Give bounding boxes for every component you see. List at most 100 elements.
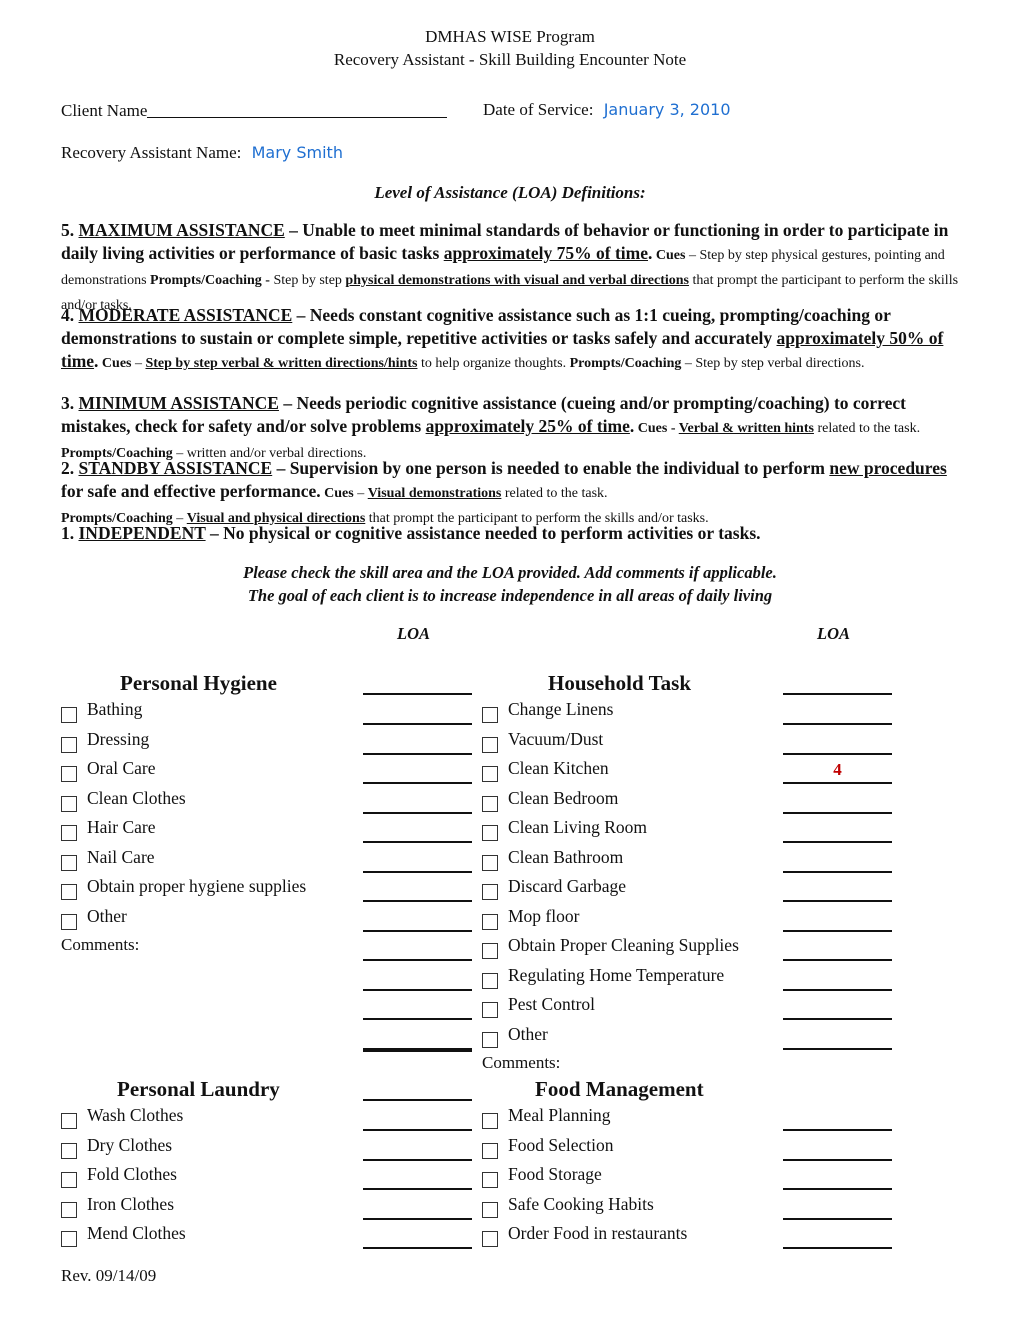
- checkbox[interactable]: [482, 1002, 498, 1018]
- loa-field-line[interactable]: [783, 988, 892, 991]
- checkbox[interactable]: [61, 736, 77, 753]
- checkbox[interactable]: [61, 1142, 77, 1159]
- loa-field-line[interactable]: [363, 752, 472, 755]
- skill-label: Order Food in restaurants: [508, 1223, 688, 1243]
- skill-item: Wash Clothes: [61, 1104, 183, 1129]
- checkbox[interactable]: [61, 854, 77, 871]
- revision-label: Rev. 09/14/09: [61, 1266, 157, 1285]
- loa-field-line[interactable]: [363, 1217, 472, 1220]
- loa-field-line[interactable]: [363, 1247, 472, 1249]
- loa-line: [363, 1099, 472, 1101]
- loa-field-line[interactable]: [363, 811, 472, 814]
- loa-field-line[interactable]: [363, 782, 472, 784]
- dash: –: [131, 356, 146, 371]
- instruction-line-2: The goal of each client is to increase i…: [247, 586, 773, 605]
- loa-field-line[interactable]: [783, 752, 892, 755]
- checkbox[interactable]: [482, 1031, 498, 1048]
- checkbox[interactable]: [482, 795, 498, 812]
- loa-field-line[interactable]: [783, 1188, 892, 1190]
- checkbox[interactable]: [482, 1172, 498, 1188]
- checkbox[interactable]: [61, 795, 77, 812]
- checkbox[interactable]: [482, 913, 498, 930]
- cues-emphasis: Verbal & written hints: [678, 421, 814, 436]
- date-field[interactable]: January 3, 2010: [604, 100, 731, 119]
- skill-label: Fold Clothes: [87, 1164, 177, 1184]
- checkbox[interactable]: [482, 972, 498, 989]
- loa-value[interactable]: 4: [783, 760, 892, 780]
- loa-field-line[interactable]: [783, 1047, 892, 1050]
- loa-line: [363, 1050, 472, 1052]
- checkbox[interactable]: [61, 1231, 77, 1247]
- loa-field-line[interactable]: [783, 723, 892, 725]
- checkbox[interactable]: [482, 825, 498, 841]
- checkbox[interactable]: [482, 1231, 498, 1247]
- level-desc-end: for safe and effective performance.: [61, 481, 321, 501]
- checkbox[interactable]: [482, 1142, 498, 1159]
- skill-label: Obtain Proper Cleaning Supplies: [508, 935, 739, 955]
- checkbox[interactable]: [482, 854, 498, 871]
- loa-field-line[interactable]: [783, 900, 892, 902]
- checkbox[interactable]: [482, 1113, 498, 1129]
- checkbox[interactable]: [482, 884, 498, 900]
- loa-field-line[interactable]: [783, 929, 892, 932]
- loa-field-line[interactable]: [783, 782, 892, 784]
- level-name: MINIMUM ASSISTANCE: [78, 393, 279, 413]
- skill-label: Food Storage: [508, 1164, 602, 1184]
- loa-line: [363, 1018, 472, 1020]
- skill-item: Iron Clothes: [61, 1193, 174, 1218]
- skill-item: Hair Care: [61, 816, 156, 841]
- checkbox[interactable]: [61, 913, 77, 930]
- loa-field-line[interactable]: [783, 811, 892, 814]
- loa-line: [363, 693, 472, 695]
- level-name: INDEPENDENT: [78, 523, 206, 543]
- checkbox[interactable]: [482, 943, 498, 959]
- loa-field-line[interactable]: [363, 1129, 472, 1131]
- loa-field-line[interactable]: [363, 1158, 472, 1161]
- loa-field-line[interactable]: [783, 1217, 892, 1220]
- skill-item: Other: [61, 905, 127, 930]
- section-title: Food Management: [535, 1077, 704, 1101]
- loa-field-line[interactable]: [783, 1247, 892, 1249]
- loa-field-line[interactable]: [363, 723, 472, 725]
- level-number: 4.: [61, 305, 79, 325]
- loa-field-line[interactable]: [363, 1188, 472, 1190]
- skill-label: Clean Bedroom: [508, 787, 619, 808]
- loa-field-line[interactable]: [363, 900, 472, 902]
- skill-item: Clean Clothes: [61, 787, 186, 812]
- skill-label: Clean Bathroom: [508, 846, 624, 867]
- loa-field-line[interactable]: [783, 1129, 892, 1131]
- checkbox[interactable]: [61, 1201, 77, 1218]
- loa-field-line[interactable]: [783, 1158, 892, 1161]
- loa-field-line[interactable]: [783, 870, 892, 873]
- checkbox[interactable]: [482, 1201, 498, 1218]
- definitions-title: Level of Assistance (LOA) Definitions:: [374, 183, 646, 202]
- skill-item: Order Food in restaurants: [482, 1222, 688, 1247]
- loa-line: [783, 693, 892, 695]
- comments-label: Comments:: [482, 1053, 561, 1072]
- checkbox[interactable]: [61, 766, 77, 782]
- loa-field-line[interactable]: [783, 841, 892, 843]
- ra-name-field[interactable]: Mary Smith: [252, 143, 343, 162]
- client-name-field[interactable]: [147, 100, 448, 118]
- checkbox[interactable]: [61, 1113, 77, 1129]
- skill-label: Obtain proper hygiene supplies: [87, 876, 307, 896]
- definition-level-3: 3. MINIMUM ASSISTANCE – Needs periodic c…: [61, 392, 971, 465]
- form-subtitle: Recovery Assistant - Skill Building Enco…: [333, 50, 687, 69]
- loa-field-line[interactable]: [783, 959, 892, 961]
- loa-field-line[interactable]: [363, 929, 472, 932]
- checkbox[interactable]: [482, 736, 498, 753]
- comments-label: Comments:: [61, 935, 140, 954]
- loa-field-line[interactable]: [363, 841, 472, 843]
- skill-item: Dressing: [61, 728, 149, 753]
- skill-item: Discard Garbage: [482, 875, 626, 900]
- checkbox[interactable]: [61, 884, 77, 900]
- level-number: 1.: [61, 523, 79, 543]
- loa-field-line[interactable]: [363, 870, 472, 873]
- checkbox[interactable]: [61, 825, 77, 841]
- checkbox[interactable]: [482, 766, 498, 782]
- loa-field-line[interactable]: [783, 1018, 892, 1020]
- checkbox[interactable]: [482, 707, 498, 723]
- skill-label: Change Linens: [508, 699, 614, 719]
- checkbox[interactable]: [61, 1172, 77, 1188]
- checkbox[interactable]: [61, 707, 77, 723]
